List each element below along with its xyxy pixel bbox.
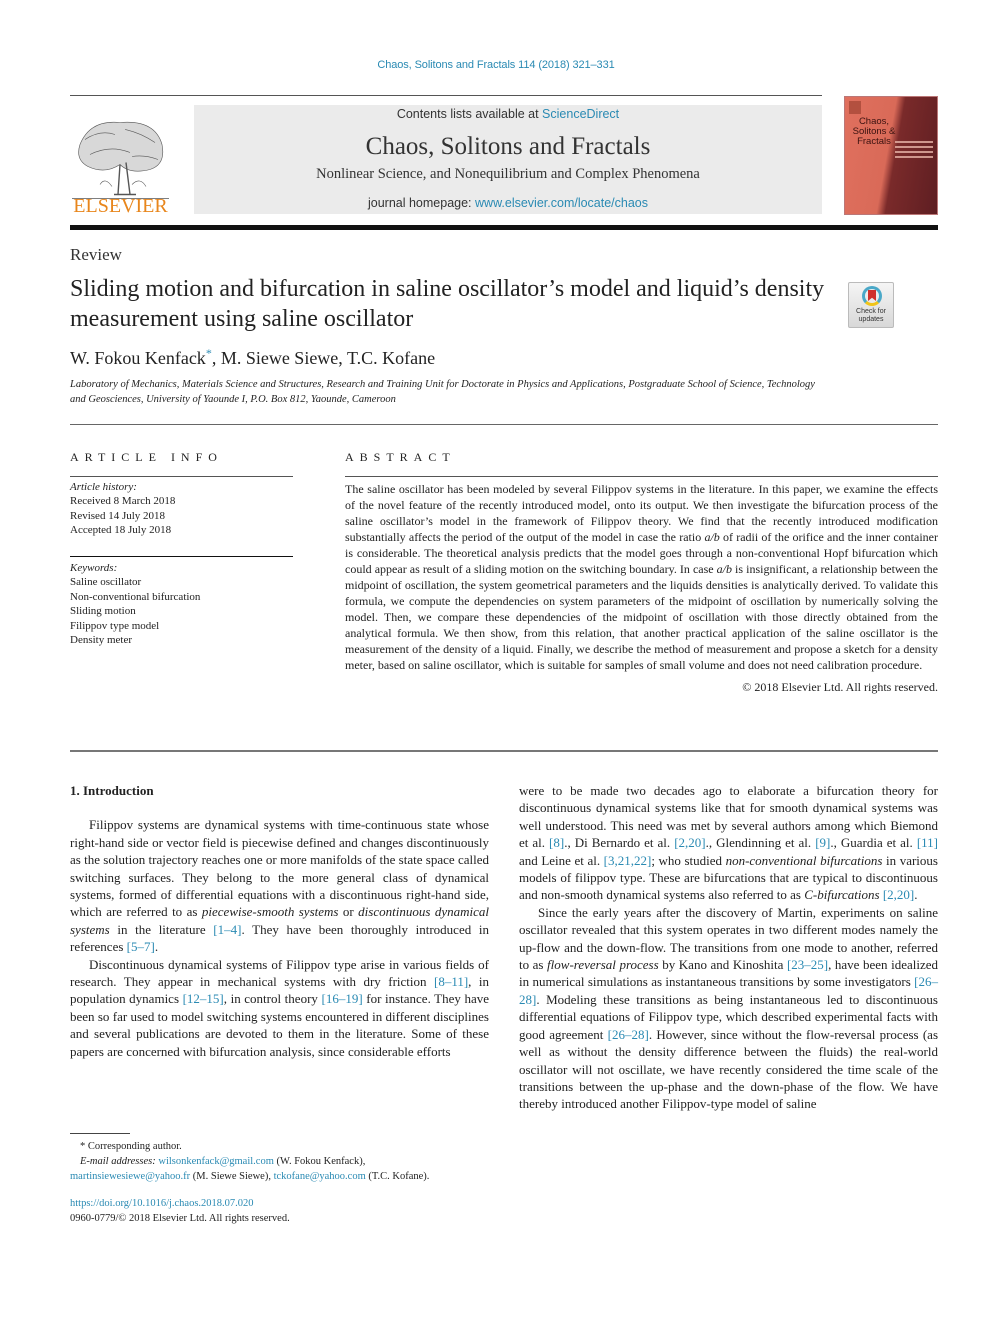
body-paragraph: were to be made two decades ago to elabo… [519, 783, 938, 903]
contents-line: Contents lists available at ScienceDirec… [396, 107, 620, 121]
body-paragraph: Filippov systems are dynamical systems w… [70, 817, 489, 955]
article-history: Article history: Received 8 March 2018 R… [70, 480, 175, 538]
author-list: W. Fokou Kenfack*, M. Siewe Siewe, T.C. … [70, 346, 436, 368]
cover-publisher-icon [849, 101, 861, 114]
article-history-label: Article history: [70, 481, 137, 493]
citation-link[interactable]: [26–28] [519, 974, 938, 1006]
citation-link[interactable]: [2,20] [674, 835, 705, 850]
citation-link[interactable]: [9] [815, 835, 830, 850]
history-received: Received 8 March 2018 [70, 495, 176, 508]
check-updates-label: Check for updates [856, 308, 886, 323]
article-title: Sliding motion and bifurcation in saline… [70, 276, 825, 332]
check-for-updates-button[interactable]: Check for updates [848, 282, 894, 328]
body-column-left: 1. Introduction Filippov systems are dyn… [70, 782, 489, 1060]
email-link[interactable]: tckofane@yahoo.com [274, 1171, 366, 1182]
keywords-block: Keywords: Saline oscillator Non-conventi… [70, 561, 200, 647]
history-accepted: Accepted 18 July 2018 [70, 524, 172, 537]
abstract-text: The saline oscillator has been modeled b… [345, 481, 938, 695]
citation-link[interactable]: [1–4] [213, 922, 241, 937]
keyword: Sliding motion [70, 605, 136, 618]
keyword: Filippov type model [70, 619, 160, 632]
citation-link[interactable]: [8–11] [434, 974, 468, 989]
emphasis-text: flow-reversal process [547, 957, 659, 973]
author-name[interactable]: T.C. Kofane [347, 348, 435, 368]
journal-subtitle: Nonlinear Science, and Nonequilibrium an… [316, 166, 700, 182]
divider [345, 476, 938, 477]
divider [70, 424, 938, 425]
keyword: Non-conventional bifurcation [70, 590, 201, 603]
citation-link[interactable]: [11] [917, 835, 938, 850]
elsevier-wordmark: ELSEVIER [73, 195, 168, 217]
citation-link[interactable]: [12–15] [183, 991, 224, 1006]
keyword: Density meter [70, 634, 133, 647]
citation-link[interactable]: [26–28] [608, 1027, 649, 1042]
article-type: Review [70, 245, 122, 264]
emphasis-text: non-conventional bifurcations [725, 852, 883, 868]
doi-link[interactable]: https://doi.org/10.1016/j.chaos.2018.07.… [70, 1198, 254, 1209]
citation-link[interactable]: [5–7] [127, 939, 155, 954]
keywords-label: Keywords: [70, 562, 118, 574]
doi-block: https://doi.org/10.1016/j.chaos.2018.07.… [70, 1197, 290, 1226]
body-paragraph: Since the early years after the discover… [519, 904, 939, 1112]
citation-link[interactable]: [3,21,22] [604, 853, 652, 868]
author-name[interactable]: M. Siewe Siewe [221, 348, 338, 368]
article-info-heading: ARTICLE INFO [70, 450, 223, 464]
body-paragraph: Discontinuous dynamical systems of Filip… [70, 956, 489, 1059]
journal-homepage-link[interactable]: www.elsevier.com/locate/chaos [475, 196, 648, 210]
citation-link[interactable]: [16–19] [321, 991, 362, 1006]
corresponding-author-note: * Corresponding author. [80, 1141, 182, 1152]
divider [70, 556, 293, 557]
citation-link[interactable]: [8] [549, 835, 564, 850]
citation-link[interactable]: [23–25] [787, 957, 828, 972]
header-divider [70, 225, 938, 230]
author-affiliation: Laboratory of Mechanics, Materials Scien… [70, 379, 815, 405]
keyword: Saline oscillator [70, 576, 142, 589]
abstract-copyright: © 2018 Elsevier Ltd. All rights reserved… [742, 680, 938, 694]
journal-cover-image[interactable]: Chaos, Solitons & Fractals [844, 96, 938, 215]
citation-link[interactable]: [2,20] [883, 887, 914, 902]
divider [70, 476, 293, 477]
cover-title: Chaos, Solitons & Fractals [852, 116, 896, 147]
section-heading: 1. Introduction [70, 783, 154, 798]
email-link[interactable]: martinsiewesiewe@yahoo.fr [70, 1171, 190, 1182]
email-link[interactable]: wilsonkenfack@gmail.com [158, 1156, 274, 1167]
history-revised: Revised 14 July 2018 [70, 509, 166, 522]
body-column-right: were to be made two decades ago to elabo… [519, 782, 938, 1113]
abstract-paragraph: The saline oscillator has been modeled b… [345, 482, 939, 672]
emphasis-text: C-bifurcations [804, 887, 880, 903]
issn-copyright: 0960-0779/© 2018 Elsevier Ltd. All right… [70, 1212, 290, 1224]
sciencedirect-link[interactable]: ScienceDirect [542, 107, 619, 121]
journal-masthead: Contents lists available at ScienceDirec… [194, 105, 822, 214]
footnote-divider [70, 1133, 130, 1134]
cover-text-lines [895, 141, 933, 161]
email-addresses: E-mail addresses: wilsonkenfack@gmail.co… [80, 1156, 366, 1167]
email-addresses-cont: martinsiewesiewe@yahoo.fr (M. Siewe Siew… [70, 1171, 430, 1182]
author-name[interactable]: W. Fokou Kenfack [70, 348, 206, 368]
footnotes: * Corresponding author. E-mail addresses… [70, 1139, 490, 1184]
top-rule [70, 95, 822, 96]
emphasis-text: piecewise-smooth systems [201, 904, 339, 920]
running-head[interactable]: Chaos, Solitons and Fractals 114 (2018) … [0, 59, 992, 71]
journal-title: Chaos, Solitons and Fractals [365, 133, 651, 160]
journal-homepage-line: journal homepage: www.elsevier.com/locat… [367, 196, 649, 210]
abstract-heading: ABSTRACT [345, 450, 456, 464]
divider [70, 750, 938, 752]
